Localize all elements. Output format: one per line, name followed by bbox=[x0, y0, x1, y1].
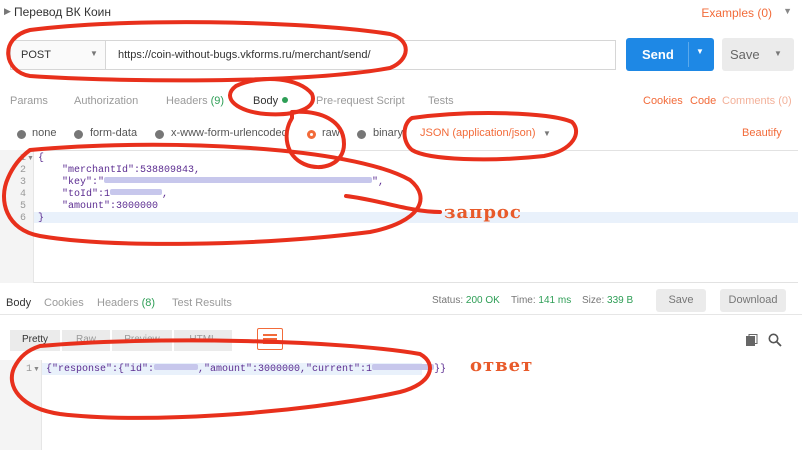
wrap-lines-icon[interactable] bbox=[257, 328, 283, 350]
redacted-value bbox=[372, 364, 435, 370]
save-response-button[interactable]: Save bbox=[656, 289, 706, 312]
chevron-down-icon[interactable]: ▼ bbox=[774, 49, 782, 58]
response-tab-headers-label: Headers bbox=[97, 297, 139, 309]
radio-raw-label: raw bbox=[322, 127, 340, 139]
active-line-highlight bbox=[34, 212, 798, 223]
code-line: "amount":3000000 bbox=[38, 201, 159, 212]
line-number: 1 bbox=[25, 364, 32, 375]
response-part: {"response":{"id": bbox=[46, 364, 155, 375]
annotation-circle-response-body bbox=[9, 338, 432, 420]
line-number: 6 bbox=[19, 213, 26, 224]
tab-headers[interactable]: Headers (9) bbox=[166, 95, 224, 107]
method-value: POST bbox=[21, 49, 51, 61]
redacted-value bbox=[110, 189, 163, 195]
chevron-down-icon[interactable]: ▼ bbox=[543, 129, 551, 138]
code-line: } bbox=[38, 213, 45, 224]
response-headers-count: (8) bbox=[141, 297, 156, 309]
response-part: ,"amount":3000000,"current":1 bbox=[198, 364, 373, 375]
save-button[interactable]: Save ▼ bbox=[722, 38, 794, 71]
code-toid-prefix: "toId":1 bbox=[38, 189, 111, 200]
tab-body[interactable]: Body bbox=[253, 95, 289, 107]
response-code-line: {"response":{"id": ,"amount":3000000,"cur… bbox=[46, 364, 446, 375]
radio-none[interactable] bbox=[17, 130, 26, 139]
code-key-prefix: "key":" bbox=[38, 177, 105, 188]
download-button[interactable]: Download bbox=[720, 289, 786, 312]
send-label: Send bbox=[642, 47, 674, 62]
code-link[interactable]: Code bbox=[690, 95, 716, 107]
cookies-link[interactable]: Cookies bbox=[643, 95, 683, 107]
content-type-select[interactable]: JSON (application/json) bbox=[420, 127, 536, 139]
radio-urlencoded[interactable] bbox=[155, 130, 164, 139]
code-key-suffix: ", bbox=[372, 177, 385, 188]
beautify-link[interactable]: Beautify bbox=[742, 127, 782, 139]
send-divider bbox=[688, 42, 689, 67]
line-number: 2 bbox=[19, 165, 26, 176]
request-title-bar: ▶ Перевод ВК Коин Examples (0) ▼ bbox=[0, 0, 802, 26]
fold-arrow-icon[interactable]: ▼ bbox=[33, 366, 40, 373]
tab-headers-label: Headers bbox=[166, 95, 208, 107]
fold-arrow-icon[interactable]: ▼ bbox=[27, 155, 34, 162]
line-number: 4 bbox=[19, 189, 26, 200]
format-raw[interactable]: Raw bbox=[62, 330, 110, 351]
annotation-response-note: ответ bbox=[470, 355, 534, 376]
line-number: 3 bbox=[19, 177, 26, 188]
size-readout: Size: 339 B bbox=[582, 295, 633, 306]
format-pretty[interactable]: Pretty bbox=[10, 330, 60, 351]
code-line: { bbox=[38, 153, 45, 164]
radio-none-label: none bbox=[32, 127, 57, 139]
save-label: Save bbox=[730, 47, 760, 62]
response-part: }} bbox=[434, 364, 447, 375]
time-readout: Time: 141 ms bbox=[511, 295, 571, 306]
response-tab-headers[interactable]: Headers (8) bbox=[97, 297, 155, 309]
annotation-request-note: запрос bbox=[444, 202, 522, 223]
headers-count: (9) bbox=[210, 95, 225, 107]
radio-raw[interactable] bbox=[307, 130, 316, 139]
radio-form-data-label: form-data bbox=[90, 127, 138, 139]
search-icon[interactable] bbox=[768, 333, 782, 347]
chevron-down-icon[interactable]: ▼ bbox=[783, 6, 792, 16]
chevron-down-icon[interactable]: ▼ bbox=[696, 47, 704, 56]
chevron-down-icon[interactable]: ▼ bbox=[90, 49, 98, 58]
tab-body-label: Body bbox=[253, 95, 279, 107]
response-tab-cookies[interactable]: Cookies bbox=[44, 297, 84, 309]
examples-link[interactable]: Examples (0) bbox=[701, 6, 772, 20]
radio-binary-label: binary bbox=[373, 127, 403, 139]
format-preview[interactable]: Preview bbox=[112, 330, 172, 351]
response-tab-test-results[interactable]: Test Results bbox=[172, 297, 232, 309]
size-label: Size: bbox=[582, 295, 605, 306]
code-toid-suffix: , bbox=[162, 189, 169, 200]
send-button[interactable]: Send ▼ bbox=[626, 38, 714, 71]
line-number: 5 bbox=[19, 201, 26, 212]
radio-urlencoded-label: x-www-form-urlencoded bbox=[171, 127, 288, 139]
status-label: Status: bbox=[432, 295, 464, 306]
radio-binary[interactable] bbox=[357, 130, 366, 139]
body-indicator-dot bbox=[282, 97, 289, 103]
request-name[interactable]: Перевод ВК Коин bbox=[14, 5, 111, 19]
response-tab-body[interactable]: Body bbox=[6, 297, 31, 309]
code-line: "toId":1, bbox=[38, 189, 168, 200]
format-html[interactable]: HTML bbox=[174, 330, 232, 351]
tab-authorization[interactable]: Authorization bbox=[74, 95, 138, 107]
status-readout: Status: 200 OK bbox=[432, 295, 500, 306]
url-input[interactable]: https://coin-without-bugs.vkforms.ru/mer… bbox=[106, 40, 616, 70]
status-value: 200 OK bbox=[465, 295, 500, 306]
redacted-value bbox=[104, 177, 373, 183]
tab-tests[interactable]: Tests bbox=[428, 95, 454, 107]
time-label: Time: bbox=[511, 295, 536, 306]
tab-params[interactable]: Params bbox=[10, 95, 48, 107]
code-line: "key":" ", bbox=[38, 177, 384, 188]
redacted-value bbox=[154, 364, 199, 370]
time-value: 141 ms bbox=[538, 295, 572, 306]
size-value: 339 B bbox=[607, 295, 634, 306]
line-number: 1 bbox=[19, 153, 26, 164]
collapse-arrow-icon[interactable]: ▶ bbox=[4, 6, 11, 17]
radio-form-data[interactable] bbox=[74, 130, 83, 139]
comments-link[interactable]: Comments (0) bbox=[722, 95, 792, 107]
code-line: "merchantId":538809843, bbox=[38, 165, 201, 176]
tab-prerequest-script[interactable]: Pre-request Script bbox=[316, 95, 405, 107]
copy-icon[interactable] bbox=[746, 334, 758, 346]
